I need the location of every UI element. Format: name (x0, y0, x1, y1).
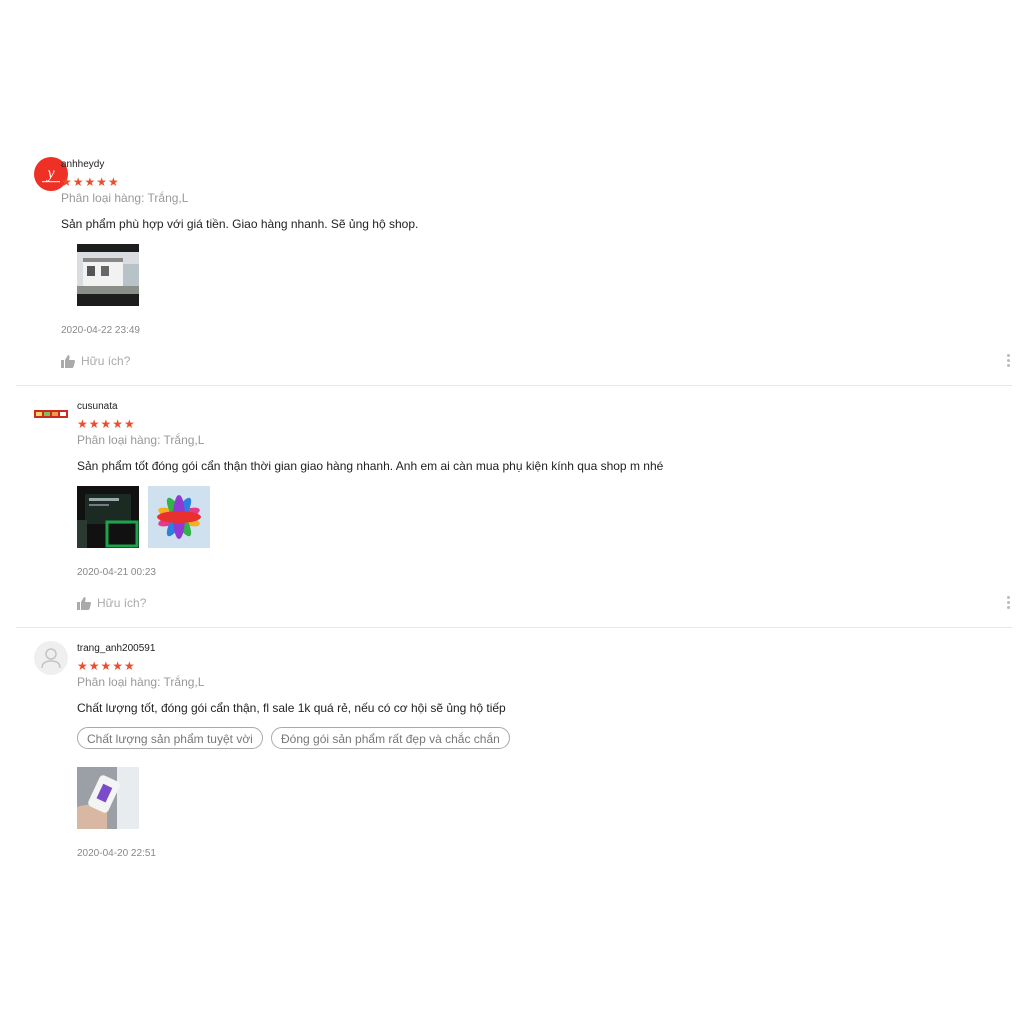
user-avatar[interactable] (34, 396, 68, 430)
review-tag: Đóng gói sản phẩm rất đẹp và chắc chắn (271, 727, 510, 749)
review-timestamp: 2020-04-20 22:51 (77, 848, 156, 859)
review-divider (16, 627, 1012, 628)
review-photo[interactable] (148, 486, 210, 548)
review-photo[interactable] (77, 486, 139, 548)
rating-stars: ★★★★★ (61, 175, 120, 189)
rating-stars: ★★★★★ (77, 417, 136, 431)
thumbs-up-icon (77, 596, 91, 610)
rating-stars: ★★★★★ (77, 659, 136, 673)
thumbs-up-icon (61, 354, 75, 368)
helpful-button[interactable]: Hữu ích? (61, 354, 130, 368)
helpful-label: Hữu ích? (97, 596, 147, 610)
review-photo[interactable] (77, 767, 139, 829)
default-user-icon (41, 648, 61, 669)
review-username[interactable]: cusunata (77, 401, 118, 412)
review-username[interactable]: trang_anh200591 (77, 643, 155, 654)
product-variation: Phân loại hàng: Trắng,L (77, 675, 205, 689)
more-options-icon[interactable] (1007, 596, 1011, 611)
review-comment: Sản phẩm phù hợp với giá tiền. Giao hàng… (61, 217, 419, 231)
review-item: y (16, 150, 1012, 385)
user-avatar[interactable] (34, 641, 68, 675)
helpful-button[interactable]: Hữu ích? (77, 596, 146, 610)
review-photo[interactable] (77, 244, 139, 306)
review-comment: Chất lượng tốt, đóng gói cẩn thận, fl sa… (77, 701, 506, 715)
avatar-letter: y (45, 165, 55, 182)
review-timestamp: 2020-04-22 23:49 (61, 325, 140, 336)
product-variation: Phân loại hàng: Trắng,L (61, 191, 189, 205)
review-tag: Chất lượng sản phẩm tuyệt vời (77, 727, 263, 749)
helpful-label: Hữu ích? (81, 354, 131, 368)
more-options-icon[interactable] (1007, 354, 1011, 369)
review-divider (16, 385, 1012, 386)
product-variation: Phân loại hàng: Trắng,L (77, 433, 205, 447)
review-username[interactable]: anhheydy (61, 159, 104, 170)
review-timestamp: 2020-04-21 00:23 (77, 567, 156, 578)
review-comment: Sản phẩm tốt đóng gói cẩn thận thời gian… (77, 459, 664, 473)
